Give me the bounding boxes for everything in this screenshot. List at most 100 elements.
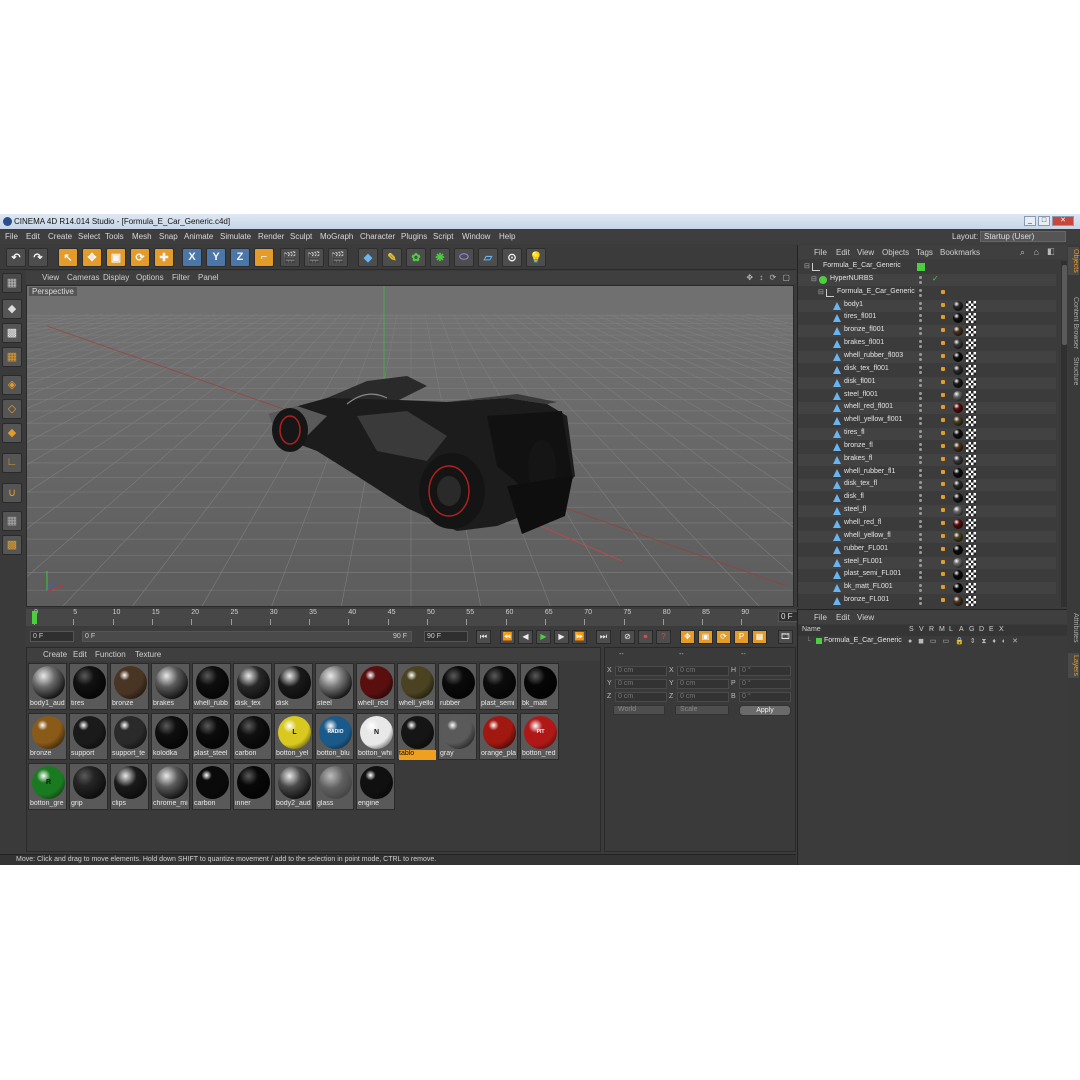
uvw-tag-icon[interactable] [966,480,976,491]
points-mode-button[interactable]: ◈ [2,375,22,395]
timeline-window-button[interactable]: 🎞 [778,630,793,644]
minimize-button[interactable]: _ [1024,216,1036,226]
visibility-dots[interactable] [919,532,925,541]
material-menu-item-2[interactable]: Function [95,650,126,659]
layer-row[interactable]: └ Formula_E_Car_Generic ● ◼ ▭ ▭ 🔒 ⇕ ⧗ ♦ … [798,636,1067,647]
render-visibility-dot[interactable] [919,319,922,323]
phong-tag-icon[interactable] [941,366,945,371]
visibility-dots[interactable] [919,520,925,528]
undo-button[interactable]: ↶ [6,248,26,267]
render-visibility-dot[interactable] [919,589,922,593]
menu-item-14[interactable]: Script [433,232,453,241]
menu-item-3[interactable]: Select [78,232,100,241]
editor-visibility-dot[interactable] [919,455,922,459]
render-view-button[interactable]: 🎬 [280,248,300,267]
material-swatch[interactable]: support [69,713,108,760]
rotation-value-field[interactable]: 0 ° [739,679,791,689]
workplane-mode-button[interactable]: ▦ [2,347,22,367]
visibility-dots[interactable] [919,430,925,439]
material-swatch[interactable]: body1_aud [28,663,67,710]
object-row[interactable]: ⊟ HyperNURBS ✓ [798,273,1056,286]
material-swatch[interactable]: disk_tex [233,663,272,710]
material-menu-item-3[interactable]: Texture [135,650,161,659]
object-menu-item-4[interactable]: Tags [916,248,933,257]
editor-visibility-dot[interactable] [919,301,922,305]
side-tab-1[interactable]: Content Browser [1068,295,1079,351]
z-axis-button[interactable]: Z [230,248,250,267]
object-row[interactable]: whell_yellow_fl [798,530,1056,543]
object-row[interactable]: ⊟ Formula_E_Car_Generic [798,287,1056,299]
material-tag-icon[interactable] [953,416,963,427]
size-value-field[interactable]: 0 cm [677,666,729,676]
lock-workplane-button[interactable]: ▦ [2,511,22,531]
render-visibility-dot[interactable] [919,280,922,284]
size-value-field[interactable]: 0 cm [677,692,729,702]
record-rotation-button[interactable]: ⟳ [716,630,731,644]
editor-visibility-dot[interactable] [919,378,922,382]
spline-pen-button[interactable]: ✎ [382,248,402,267]
uvw-tag-icon[interactable] [966,544,976,555]
uvw-tag-icon[interactable] [966,583,976,594]
layer-flag-icons[interactable]: ● ◼ ▭ ▭ 🔒 ⇕ ⧗ ♦ ◐ ✕ [908,637,1020,646]
expand-toggle-icon[interactable]: ⊟ [818,288,824,296]
uvw-tag-icon[interactable] [966,519,976,529]
make-editable-button[interactable]: ▦ [2,273,22,293]
layer-column-0[interactable]: Name [802,626,821,633]
menu-item-4[interactable]: Tools [105,232,124,241]
render-visibility-dot[interactable] [919,409,922,413]
coordinate-space-select[interactable]: World [613,705,665,715]
material-swatch[interactable]: rubber [438,663,477,710]
editor-visibility-dot[interactable] [919,314,922,318]
texture-mode-button[interactable]: ▩ [2,323,22,343]
visibility-dots[interactable] [919,507,925,516]
material-tag-icon[interactable] [953,364,963,375]
perspective-viewport[interactable]: Perspective [26,285,794,607]
uvw-tag-icon[interactable] [966,441,976,452]
side-tab-2[interactable]: Structure [1068,355,1079,387]
object-row[interactable]: whell_rubber_fl003 [798,350,1056,363]
editor-visibility-dot[interactable] [919,327,922,331]
visibility-dots[interactable] [919,481,925,490]
material-swatch[interactable]: kolodka [151,713,190,760]
light-button[interactable]: 💡 [526,248,546,267]
menu-item-11[interactable]: MoGraph [320,232,353,241]
object-row[interactable]: disk_tex_fl001 [798,364,1056,376]
menu-item-12[interactable]: Character [360,232,395,241]
rotation-value-field[interactable]: 0 ° [739,666,791,676]
menu-item-8[interactable]: Simulate [220,232,251,241]
phong-tag-icon[interactable] [941,495,945,500]
deformer-button[interactable]: ⬭ [454,248,474,267]
render-visibility-dot[interactable] [919,473,922,477]
expand-toggle-icon[interactable]: ⊟ [804,262,810,270]
visibility-dots[interactable] [919,417,925,426]
render-visibility-dot[interactable] [919,447,922,451]
layer-column-4[interactable]: M [939,626,945,633]
material-tag-icon[interactable] [953,583,963,594]
layer-column-5[interactable]: L [949,626,953,633]
polygons-mode-button[interactable]: ◆ [2,423,22,443]
visibility-dots[interactable] [919,494,925,503]
object-row[interactable]: bronze_fl001 [798,325,1056,338]
object-row[interactable]: body1 [798,299,1056,312]
material-swatch[interactable]: chrome_mi [151,763,190,810]
side-tab-lower-1[interactable]: Layers [1068,653,1079,679]
object-row[interactable]: bronze_fl [798,441,1056,453]
editor-visibility-dot[interactable] [919,520,922,523]
phong-tag-icon[interactable] [941,315,945,320]
y-axis-button[interactable]: Y [206,248,226,267]
visibility-dots[interactable] [919,365,925,374]
material-swatch[interactable]: disk [274,663,313,710]
go-to-end-button[interactable]: ⏭ [596,630,611,644]
editor-visibility-dot[interactable] [919,404,922,408]
render-visibility-dot[interactable] [919,370,922,374]
editor-visibility-dot[interactable] [919,532,922,536]
editor-visibility-dot[interactable] [919,494,922,498]
phong-tag-icon[interactable] [941,572,945,577]
render-visibility-dot[interactable] [919,422,922,426]
render-visibility-dot[interactable] [919,306,922,310]
menu-item-2[interactable]: Create [48,232,72,241]
editor-visibility-dot[interactable] [919,558,922,562]
uvw-tag-icon[interactable] [966,454,976,465]
rotation-value-field[interactable]: 0 ° [739,692,791,702]
visibility-dots[interactable] [919,391,925,400]
